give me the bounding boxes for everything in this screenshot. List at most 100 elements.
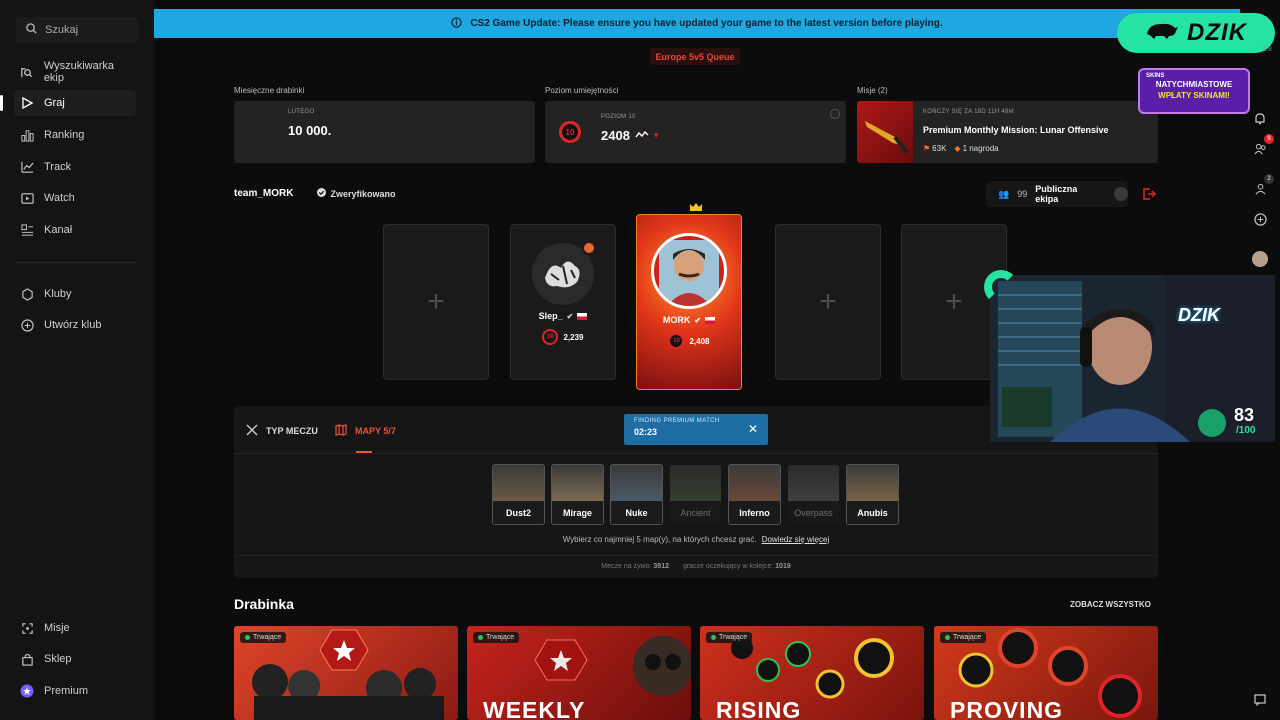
sidebar-item-play[interactable]: Graj: [14, 90, 136, 116]
ladder-card[interactable]: Trwające: [234, 626, 458, 720]
chevron-down-icon[interactable]: ▾: [654, 130, 659, 141]
map-label: Inferno: [729, 501, 780, 524]
skill-level-label: Poziom umiejętności: [545, 86, 619, 95]
map-label: Overpass: [788, 501, 839, 524]
sidebar-item-label: Kanał: [44, 224, 73, 236]
map-tile-dust2[interactable]: Dust2: [492, 464, 545, 525]
add-circle-icon[interactable]: [1252, 211, 1268, 227]
play-icon: [20, 96, 34, 110]
help-icon[interactable]: [830, 109, 840, 119]
mission-rewards: ⚑ 63K ◆ 1 nagroda: [923, 144, 999, 153]
players-waiting-label: gracze oczekujący w kolejce:: [682, 563, 774, 570]
player-elo: 2,239: [563, 332, 584, 342]
map-thumbnail: [788, 465, 839, 501]
see-all-link[interactable]: ZOBACZ WSZYSTKO: [1070, 600, 1151, 609]
webcam-overlay: DZIK 83 /100: [990, 275, 1275, 442]
players-waiting-value: 1019: [775, 563, 791, 570]
party-count: 99: [1017, 189, 1028, 199]
sidebar-item-clubs[interactable]: Kluby: [14, 281, 136, 307]
tab-label: TYP MECZU: [266, 426, 318, 436]
points-flag-icon: ⚑: [923, 144, 931, 153]
mission-card[interactable]: KOŃCZY SIĘ ZA 18D 11H 48M Premium Monthl…: [857, 101, 1158, 163]
map-tile-overpass[interactable]: Overpass: [787, 464, 840, 525]
map-tile-ancient[interactable]: Ancient: [669, 464, 722, 525]
map-label: Nuke: [611, 501, 662, 524]
mission-title: Premium Monthly Mission: Lunar Offensive: [923, 125, 1109, 135]
update-banner: CS2 Game Update: Please ensure you have …: [154, 9, 1240, 38]
promo-brand: SKINS: [1146, 73, 1165, 79]
sidebar-item-label: Utwórz klub: [44, 319, 102, 331]
map-thumbnail: [670, 465, 721, 501]
map-tile-nuke[interactable]: Nuke: [610, 464, 663, 525]
live-dot-icon: [711, 635, 716, 640]
check-shield-icon: [317, 188, 327, 199]
monthly-ladders-label: Miesięczne drabinki: [234, 86, 305, 95]
cancel-search-button[interactable]: ✕: [748, 422, 758, 436]
sidebar-item-premium[interactable]: Premium: [14, 678, 136, 704]
mission-timer: KOŃCZY SIĘ ZA 18D 11H 48M: [923, 109, 1014, 115]
chat-icon[interactable]: [1252, 692, 1268, 708]
ladder-card-title: RISING: [716, 697, 802, 720]
sidebar-item-track[interactable]: Track: [14, 154, 136, 180]
player-name-row: Slep_ ✔: [539, 311, 588, 321]
ranking-icon: [20, 128, 34, 142]
ladder-card[interactable]: Trwające PROVING: [934, 626, 1158, 720]
sidebar-item-label: Wyszukiwarka ekip: [43, 60, 115, 84]
cam-score: 83: [1234, 405, 1255, 425]
search-input[interactable]: Szukaj: [16, 17, 138, 43]
empty-slot[interactable]: +: [775, 224, 881, 380]
sidebar-item-label: Misje: [44, 622, 70, 634]
sidebar-item-ranking[interactable]: Ranking: [14, 122, 136, 148]
party-badge: 2: [1264, 174, 1274, 184]
monthly-sub: LUTEGO: [288, 109, 315, 115]
map-hint: Wybierz co najmniej 5 map(y), na których…: [234, 535, 1158, 544]
track-icon: [20, 160, 34, 174]
ladder-card[interactable]: Trwające RISING: [700, 626, 924, 720]
live-matches-value: 3912: [653, 563, 669, 570]
live-dot-icon: [945, 635, 950, 640]
map-label: Mirage: [552, 501, 603, 524]
player-elo-row: 10 2,408: [668, 333, 710, 349]
search-icon: [26, 23, 37, 37]
ladders-title: Drabinka: [234, 596, 294, 612]
team-finder-icon: [20, 65, 34, 79]
friends-badge: 9: [1264, 134, 1274, 144]
user-avatar[interactable]: [1252, 251, 1268, 267]
public-party-toggle[interactable]: 👥 99 Publiczna ekipa: [986, 181, 1128, 207]
tab-match-type[interactable]: TYP MECZU: [246, 424, 318, 438]
tab-maps[interactable]: MAPY 5/7: [335, 424, 396, 438]
map-label: Dust2: [493, 501, 544, 524]
leave-party-icon[interactable]: [1142, 187, 1157, 206]
sidebar-item-missions[interactable]: Misje: [14, 615, 136, 641]
player-card-mork[interactable]: MORK ✔ 10 2,408: [636, 214, 742, 390]
map-tile-anubis[interactable]: Anubis: [846, 464, 899, 525]
sidebar-item-team-finder[interactable]: Wyszukiwarka ekip: [14, 59, 136, 85]
map-label: Ancient: [670, 501, 721, 524]
sidebar-item-watch[interactable]: Watch: [14, 185, 136, 211]
map-tile-mirage[interactable]: Mirage: [551, 464, 604, 525]
add-player-icon: +: [945, 285, 963, 318]
monthly-ladders-panel[interactable]: LUTEGO 10 000.: [234, 101, 535, 163]
learn-more-link[interactable]: Dowiedz się więcej: [762, 535, 830, 544]
sidebar-item-create-club[interactable]: Utwórz klub: [14, 312, 136, 338]
add-player-icon: +: [427, 285, 445, 318]
skill-level-panel[interactable]: 10 POZIOM 10 2408 ▾: [545, 101, 846, 163]
party-icon[interactable]: [1252, 181, 1268, 197]
sidebar-item-feed[interactable]: Kanał: [14, 217, 136, 243]
player-name: MORK: [662, 315, 691, 325]
sidebar-item-shop[interactable]: Sklep: [14, 646, 136, 672]
info-icon: [451, 16, 462, 31]
live-dot-icon: [478, 635, 483, 640]
player-avatar: [651, 233, 727, 309]
queue-selector[interactable]: Europe 5v5 Queue: [650, 48, 740, 65]
reward-icon: ◆: [954, 144, 961, 153]
friends-icon[interactable]: [1252, 141, 1268, 157]
player-card-slep[interactable]: Slep_ ✔ 10 2,239: [510, 224, 616, 380]
map-tile-inferno[interactable]: Inferno: [728, 464, 781, 525]
notifications-bell-icon[interactable]: [1252, 110, 1268, 126]
ladder-card[interactable]: Trwające WEEKLY: [467, 626, 691, 720]
toggle-switch[interactable]: [1114, 187, 1128, 201]
cam-accent-shape: [984, 270, 1018, 304]
boar-icon: [1145, 19, 1179, 47]
empty-slot[interactable]: +: [383, 224, 489, 380]
